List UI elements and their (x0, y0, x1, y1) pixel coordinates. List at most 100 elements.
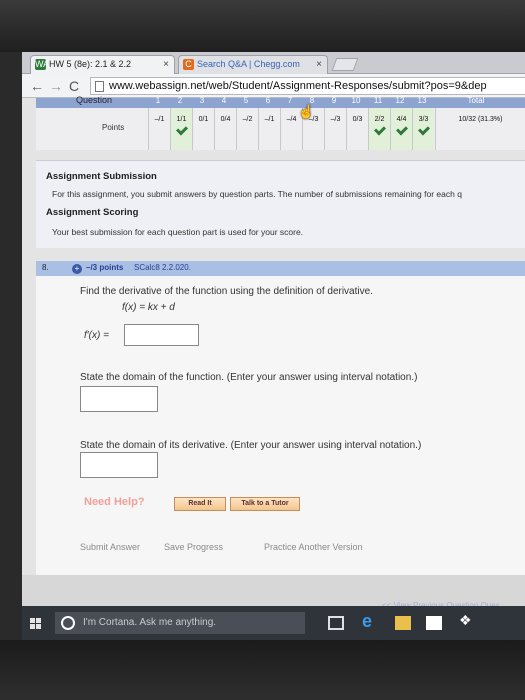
cortana-placeholder: I'm Cortana. Ask me anything. (83, 617, 217, 628)
question-source: SCalc8 2.2.020. (134, 263, 191, 272)
domain-answer-input[interactable] (80, 386, 158, 412)
domain-prompt: State the domain of the function. (Enter… (80, 372, 418, 383)
checkmark-icon (373, 123, 386, 136)
points-value: 0/3 (352, 116, 363, 123)
points-value: 2/2 (374, 116, 385, 123)
points-cell[interactable]: 1/1 (170, 108, 192, 150)
question-number-cell[interactable]: 13 (412, 96, 432, 105)
points-cell[interactable]: 3/3 (412, 108, 434, 150)
points-value: –/1 (264, 116, 275, 123)
question-prompt: Find the derivative of the function usin… (80, 286, 373, 297)
question-body: Find the derivative of the function usin… (36, 276, 525, 575)
points-cell[interactable]: –/3 (324, 108, 346, 150)
points-cell[interactable]: 0/1 (192, 108, 214, 150)
question-number: 8. (42, 263, 49, 272)
derivative-label: f′(x) = (84, 330, 109, 341)
function-definition: f(x) = kx + d (122, 302, 175, 313)
tab-close-icon[interactable]: × (316, 56, 322, 73)
question-number-cell[interactable]: 5 (236, 96, 256, 105)
url-bar[interactable]: www.webassign.net/web/Student/Assignment… (90, 77, 525, 95)
file-explorer-icon[interactable] (395, 616, 411, 630)
submission-heading: Assignment Submission (46, 171, 157, 182)
points-cell[interactable]: 0/4 (214, 108, 236, 150)
practice-another-version-button[interactable]: Practice Another Version (264, 542, 363, 552)
chegg-favicon-icon: C (183, 59, 194, 70)
dropbox-icon[interactable]: ❖ (459, 612, 475, 628)
points-value: 0/1 (198, 116, 209, 123)
question-number-cell[interactable]: 10 (346, 96, 366, 105)
read-it-button[interactable]: Read It (174, 497, 226, 511)
question-number-cell[interactable]: 3 (192, 96, 212, 105)
points-value: 0/4 (220, 116, 231, 123)
points-cell[interactable]: –/1 (258, 108, 280, 150)
checkmark-icon (175, 123, 188, 136)
checkmark-icon (395, 123, 408, 136)
device-bezel-bottom (0, 640, 525, 700)
windows-taskbar: I'm Cortana. Ask me anything. e ❖ (22, 606, 525, 640)
back-icon[interactable]: ← (30, 77, 44, 95)
save-progress-button[interactable]: Save Progress (164, 542, 223, 552)
cortana-search-box[interactable]: I'm Cortana. Ask me anything. (55, 612, 305, 634)
question-numbers-row: Question 1 2 3 4 5 6 7 8 9 10 11 12 13 Total (36, 95, 525, 108)
windows-start-icon[interactable] (30, 618, 42, 630)
tab-close-icon[interactable]: × (163, 56, 169, 73)
need-help-label: Need Help? (84, 496, 145, 508)
submit-answer-button[interactable]: Submit Answer (80, 542, 140, 552)
submission-text: For this assignment, you submit answers … (52, 189, 462, 199)
total-header: Total (467, 96, 485, 105)
question-number-cell[interactable]: 12 (390, 96, 410, 105)
total-cell: 10/32 (31.3%) (435, 108, 525, 150)
reload-icon[interactable]: C (69, 77, 79, 95)
question-header-bar: 8. + –/3 points SCalc8 2.2.020. (36, 261, 525, 276)
question-points: –/3 points (86, 263, 124, 272)
question-number-cell[interactable]: 6 (258, 96, 278, 105)
points-value: –/3 (330, 116, 341, 123)
screen: WA HW 5 (8e): 2.1 & 2.2 × C Search Q&A |… (22, 52, 525, 640)
question-number-cell[interactable]: 9 (324, 96, 344, 105)
derivative-domain-answer-input[interactable] (80, 452, 158, 478)
question-number-cell[interactable]: 7 (280, 96, 300, 105)
question-number-cell[interactable]: 2 (170, 96, 190, 105)
points-value: –/4 (286, 116, 297, 123)
scoring-text: Your best submission for each question p… (52, 227, 304, 237)
url-text: www.webassign.net/web/Student/Assignment… (109, 80, 487, 92)
assignment-submission-box: Assignment Submission For this assignmen… (36, 160, 525, 248)
checkmark-icon (417, 123, 430, 136)
page-content: Question 1 2 3 4 5 6 7 8 9 10 11 12 13 Total Points 1… (22, 95, 525, 575)
scoring-heading: Assignment Scoring (46, 207, 139, 218)
device-bezel-top (0, 0, 525, 52)
tab-title: Search Q&A | Chegg.com (197, 59, 300, 69)
points-row: Points 10/32 (31.3%) –/1 1/1 0/1 0/4 –/2 –/1 –… (36, 108, 525, 150)
scores-table: Question 1 2 3 4 5 6 7 8 9 10 11 12 13 Total Points 1… (36, 95, 525, 150)
derivative-answer-input[interactable] (124, 324, 199, 346)
question-header: Question (76, 95, 113, 105)
store-icon[interactable] (426, 616, 442, 630)
page-icon (95, 81, 104, 92)
tab-bar: WA HW 5 (8e): 2.1 & 2.2 × C Search Q&A |… (22, 52, 525, 74)
total-score: 10/32 (31.3%) (458, 116, 503, 123)
points-label: Points (102, 123, 125, 132)
question-number-cell[interactable]: 4 (214, 96, 234, 105)
points-cell[interactable]: –/1 (148, 108, 170, 150)
forward-icon[interactable]: → (49, 77, 63, 95)
question-number-cell[interactable]: 11 (368, 96, 388, 105)
plus-icon[interactable]: + (72, 264, 82, 274)
tab-chegg[interactable]: C Search Q&A | Chegg.com × (178, 55, 328, 74)
points-cell[interactable]: –/2 (236, 108, 258, 150)
tab-webassign[interactable]: WA HW 5 (8e): 2.1 & 2.2 × (30, 55, 175, 74)
points-cell[interactable]: 4/4 (390, 108, 412, 150)
points-cell[interactable]: 0/3 (346, 108, 368, 150)
talk-to-tutor-button[interactable]: Talk to a Tutor (230, 497, 300, 511)
points-value: –/1 (154, 116, 165, 123)
question-number-cell[interactable]: 1 (148, 96, 168, 105)
task-view-icon[interactable] (328, 616, 344, 630)
derivative-domain-prompt: State the domain of its derivative. (Ent… (80, 440, 422, 451)
edge-browser-icon[interactable]: e (362, 611, 378, 631)
new-tab-button[interactable] (331, 58, 359, 71)
cortana-ring-icon (61, 616, 75, 630)
tab-title: HW 5 (8e): 2.1 & 2.2 (49, 59, 132, 69)
points-value: 3/3 (418, 116, 429, 123)
points-value: 4/4 (396, 116, 407, 123)
points-cell[interactable]: 2/2 (368, 108, 390, 150)
hand-cursor-icon: ☝ (298, 104, 315, 119)
